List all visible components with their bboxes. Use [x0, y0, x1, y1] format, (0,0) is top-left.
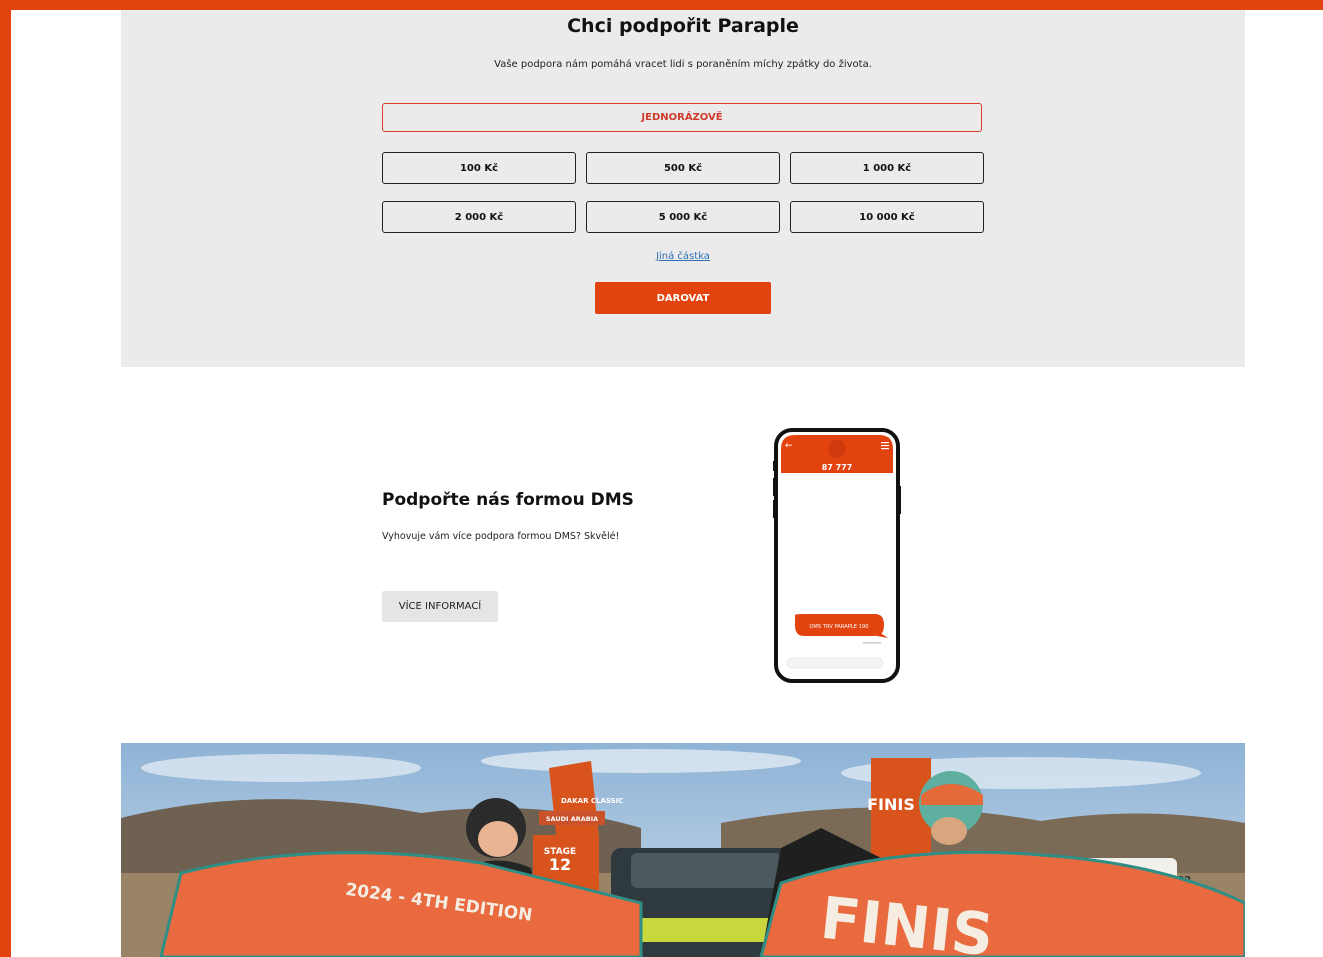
other-amount-row: Jiná částka [121, 251, 1245, 262]
frequency-one-time-button[interactable]: JEDNORÁZOVĚ [382, 103, 982, 132]
sms-message-text: DMS TRV PARAPLE 190 [809, 624, 868, 630]
contact-avatar-icon [828, 440, 846, 458]
dms-title: Podpořte nás formou DMS [382, 490, 634, 510]
amount-500-button[interactable]: 500 Kč [586, 152, 780, 184]
rally-photo: DAKAR CLASSIC SAUDI ARABIA STAGE 12 FINI… [121, 743, 1245, 957]
finish-sign-text: FINIS [867, 795, 915, 814]
phone-number-label: 87 777 [822, 463, 853, 472]
back-arrow-icon: ← [785, 441, 793, 451]
rally-sign-text: DAKAR CLASSIC [561, 797, 623, 805]
donate-title: Chci podpořit Paraple [567, 15, 799, 37]
menu-icon [881, 442, 889, 450]
amount-10000-button[interactable]: 10 000 Kč [790, 201, 984, 233]
phone-sms-illustration: ← 87 777 DMS TRV PARAPLE 190 [773, 428, 901, 683]
donate-section: Chci podpořit Paraple Vaše podpora nám p… [121, 10, 1245, 367]
more-info-button[interactable]: VÍCE INFORMACÍ [382, 591, 498, 622]
amount-5000-button[interactable]: 5 000 Kč [586, 201, 780, 233]
amount-100-button[interactable]: 100 Kč [382, 152, 576, 184]
donate-button[interactable]: DAROVAT [595, 282, 771, 314]
region-sign-text: SAUDI ARABIA [546, 815, 598, 823]
amount-2000-button[interactable]: 2 000 Kč [382, 201, 576, 233]
amount-1000-button[interactable]: 1 000 Kč [790, 152, 984, 184]
page-frame-top [0, 0, 1323, 10]
donate-subtitle: Vaše podpora nám pomáhá vracet lidi s po… [494, 59, 872, 70]
page-frame-left [0, 0, 11, 957]
other-amount-link[interactable]: Jiná částka [656, 251, 710, 262]
stage-number: 12 [549, 855, 571, 874]
dms-text: Vyhovuje vám více podpora formou DMS? Sk… [382, 531, 620, 542]
